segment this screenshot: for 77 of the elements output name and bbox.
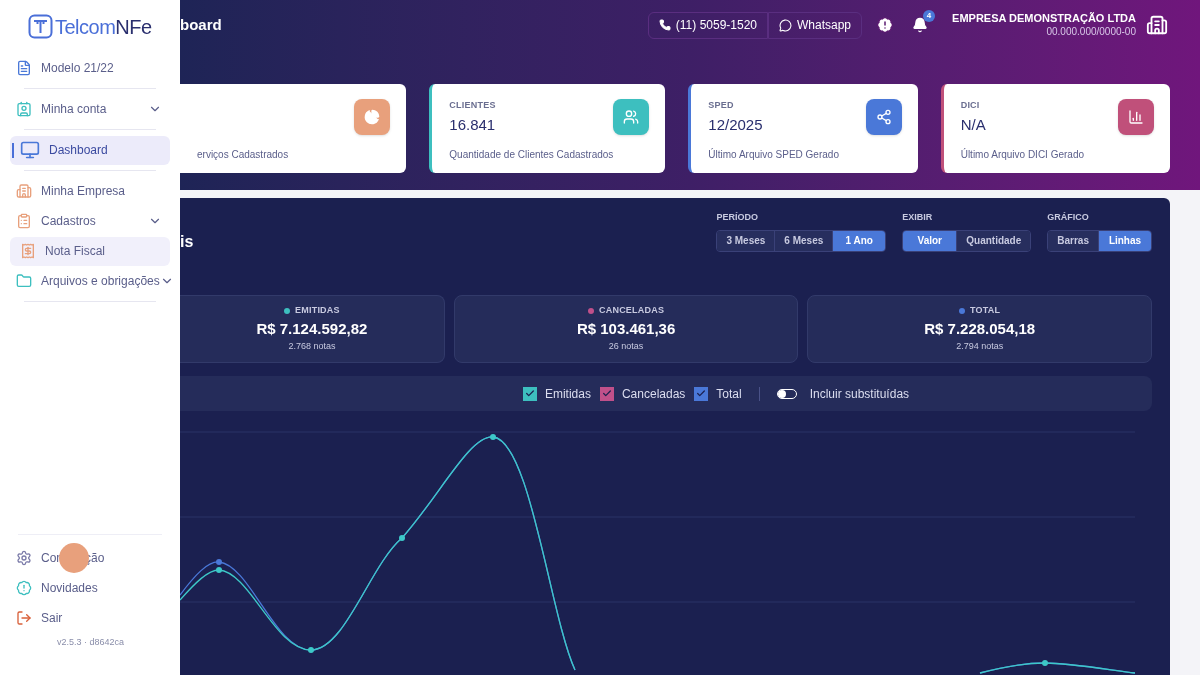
user-card-icon	[16, 101, 32, 117]
check-icon	[524, 388, 535, 399]
segment-button[interactable]: Quantidade	[956, 230, 1031, 251]
summary-label: EMITIDAS	[295, 304, 340, 318]
building-icon	[16, 183, 32, 199]
checkbox[interactable]	[522, 386, 537, 401]
whatsapp-button[interactable]: Whatsapp	[768, 11, 863, 39]
settings-icon	[16, 549, 32, 566]
stat-caption: Último Arquivo DICI Gerado	[960, 147, 1085, 162]
control-label: PERÍODO	[716, 211, 759, 224]
stat-value: 12/2025	[708, 115, 764, 135]
version-text: v2.5.3 · d8642ca	[56, 635, 126, 649]
legend-label: Emitidas	[544, 385, 591, 403]
summary-label: CANCELADAS	[598, 304, 665, 318]
segment-button[interactable]: Barras	[1048, 230, 1098, 251]
sidebar-item[interactable]: Cadastros	[10, 206, 170, 236]
click-indicator	[59, 542, 89, 573]
stat-label: CLIENTES	[449, 99, 497, 111]
sidebar-item[interactable]: Arquivos e obrigações	[10, 266, 170, 296]
stat-value: N/A	[960, 115, 987, 135]
exit-icon	[16, 609, 32, 626]
document-icon	[16, 60, 32, 76]
panel-title: is	[180, 232, 194, 252]
building-icon	[1146, 14, 1168, 36]
control-label: GRÁFICO	[1047, 211, 1090, 224]
logo: TelcomNFe	[10, 14, 170, 39]
receipt-icon	[20, 243, 36, 259]
pie-chart-icon	[354, 99, 391, 135]
stat-caption: Último Arquivo SPED Gerado	[708, 147, 839, 162]
logo-icon	[28, 14, 53, 39]
clipboard-icon	[16, 213, 32, 229]
phone-button[interactable]: (11) 5059-1520	[647, 11, 768, 39]
stat-caption: erviços Cadastrados	[197, 148, 289, 162]
bar-chart-icon	[1118, 99, 1154, 135]
stat-label: DICI	[960, 99, 981, 111]
stat-caption: Quantidade de Clientes Cadastrados	[449, 148, 614, 162]
stat-value: 16.841	[449, 115, 497, 135]
summary-value: R$ 103.461,36	[576, 318, 676, 339]
segment-button[interactable]: 1 Ano	[832, 230, 886, 251]
stat-label: SPED	[708, 99, 735, 111]
phone-icon	[658, 19, 671, 31]
summary-count: 2.794 notas	[956, 340, 1004, 354]
sidebar-item[interactable]: Minha Empresa	[10, 176, 170, 206]
notification-count: 4	[923, 10, 936, 22]
summary-count: 26 notas	[608, 340, 644, 354]
company-name: EMPRESA DEMONSTRAÇÃO LTDA	[952, 11, 1136, 26]
sidebar-item[interactable]: Dashboard	[10, 135, 170, 165]
summary-label: TOTAL	[970, 304, 1001, 318]
legend-label: Total	[716, 385, 742, 403]
checkbox[interactable]	[694, 386, 709, 401]
legend-label: Canceladas	[621, 385, 686, 403]
segment-button[interactable]: Linhas	[1098, 230, 1151, 251]
users-icon	[613, 99, 650, 135]
sidebar-item[interactable]: Minha conta	[10, 94, 170, 124]
sidebar-item[interactable]: Nota Fiscal	[10, 236, 170, 266]
bell-icon[interactable]	[912, 17, 929, 33]
sidebar-item[interactable]: Modelo 21/22	[10, 53, 170, 83]
summary-count: 2.768 notas	[288, 340, 336, 354]
sidebar-item[interactable]: Sair	[10, 602, 170, 633]
toggle-label: Incluir substituídas	[809, 385, 910, 403]
check-icon	[601, 388, 612, 399]
summary-value: R$ 7.124.592,82	[256, 318, 368, 339]
monitor-icon	[20, 140, 40, 160]
summary-value: R$ 7.228.054,18	[924, 318, 1036, 339]
segment-button[interactable]: 6 Meses	[774, 230, 833, 251]
checkbox[interactable]	[599, 386, 614, 401]
chat-icon	[779, 18, 792, 32]
page-title: board	[180, 14, 222, 35]
sidebar-item[interactable]: Novidades	[10, 572, 170, 603]
control-label: EXIBIR	[902, 211, 934, 224]
check-icon	[696, 388, 707, 399]
folder-icon	[16, 273, 32, 289]
alert-badge-icon[interactable]	[876, 16, 895, 34]
segment-button[interactable]: Valor	[903, 230, 957, 251]
company-cnpj: 00.000.000/0000-00	[1046, 25, 1136, 39]
segment-button[interactable]: 3 Meses	[717, 230, 775, 251]
alert-badge-icon	[16, 579, 32, 596]
